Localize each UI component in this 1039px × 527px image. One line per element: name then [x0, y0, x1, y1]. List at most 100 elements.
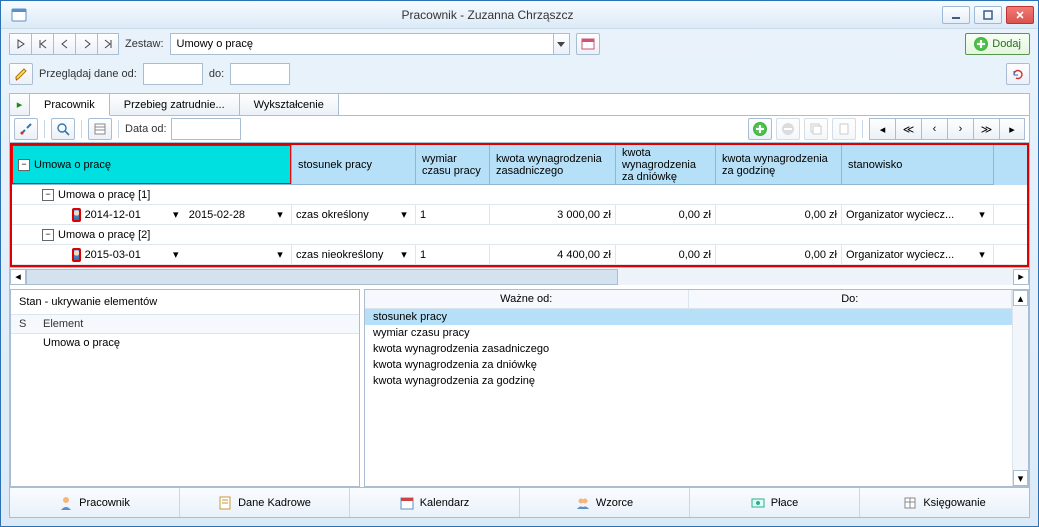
nav-ksiegowanie[interactable]: Księgowanie: [860, 488, 1029, 517]
scroll-thumb[interactable]: [26, 269, 618, 285]
nav-kalendarz[interactable]: Kalendarz: [350, 488, 520, 517]
list-item[interactable]: wymiar czasu pracy: [365, 325, 1012, 341]
col-stanowisko[interactable]: stanowisko: [842, 145, 994, 185]
browse-to-input[interactable]: [230, 63, 290, 85]
calendar-icon: [400, 496, 414, 510]
nav-dane-kadrowe[interactable]: Dane Kadrowe: [180, 488, 350, 517]
edit-icon-button[interactable]: [9, 63, 33, 85]
tab-wyksztalcenie[interactable]: Wykształcenie: [240, 94, 339, 115]
data-od-label: Data od:: [125, 123, 167, 135]
nav-last-button[interactable]: [97, 33, 119, 55]
tab-pracownik[interactable]: Pracownik: [30, 94, 110, 116]
scroll-left-icon[interactable]: ◂: [10, 269, 26, 285]
paste-button[interactable]: [832, 118, 856, 140]
list-item[interactable]: kwota wynagrodzenia zasadniczego: [365, 341, 1012, 357]
col-s[interactable]: S: [11, 315, 35, 334]
col-do[interactable]: Do:: [689, 290, 1013, 308]
person-icon: [72, 208, 81, 222]
chevron-down-icon[interactable]: ▾: [169, 208, 183, 221]
col-element[interactable]: Element: [35, 315, 359, 334]
nav-play-button[interactable]: [9, 33, 31, 55]
run-icon[interactable]: ▸: [10, 94, 30, 115]
plus-icon: [753, 122, 767, 136]
grid-back-button[interactable]: ‹: [921, 118, 947, 140]
person-icon: [72, 248, 81, 262]
browse-from-label: Przeglądaj dane od:: [39, 68, 137, 80]
document-icon: [218, 496, 232, 510]
col-wymiar[interactable]: wymiar czasu pracy: [416, 145, 490, 185]
col-umowa[interactable]: − Umowa o pracę: [12, 145, 292, 185]
horizontal-scrollbar[interactable]: ◂ ▸: [10, 267, 1029, 285]
refresh-button[interactable]: [1006, 63, 1030, 85]
left-panel: Stan - ukrywanie elementów S Element Umo…: [10, 289, 360, 487]
nav-pracownik[interactable]: Pracownik: [10, 488, 180, 517]
add-button-label: Dodaj: [992, 38, 1021, 50]
zestaw-label: Zestaw:: [125, 38, 164, 50]
grid-next-button[interactable]: ▸: [999, 118, 1025, 140]
form-view-button[interactable]: [88, 118, 112, 140]
chevron-down-icon[interactable]: ▾: [169, 248, 183, 261]
grid-row[interactable]: 2014-12-01▾ 2015-02-28▾ czas określony▾ …: [12, 205, 1027, 225]
list-item[interactable]: kwota wynagrodzenia za dniówkę: [365, 357, 1012, 373]
minimize-button[interactable]: [942, 6, 970, 24]
tools-button[interactable]: [14, 118, 38, 140]
app-window: Pracownik - Zuzanna Chrząszcz Zestaw: Um…: [0, 0, 1039, 527]
people-icon: [576, 496, 590, 510]
bottom-nav: Pracownik Dane Kadrowe Kalendarz Wzorce …: [10, 487, 1029, 517]
app-icon: [11, 7, 27, 23]
grid-group: − Umowa o pracę [2] 2015-03-01▾ ▾ czas n…: [12, 225, 1027, 265]
chevron-down-icon: [553, 34, 569, 54]
nav-next-button[interactable]: [75, 33, 97, 55]
grid-toolbar: Data od: ◂ ≪ ‹ › ≫ ▸: [10, 116, 1029, 143]
zestaw-config-button[interactable]: [576, 33, 600, 55]
nav-first-button[interactable]: [31, 33, 53, 55]
copy-button[interactable]: [804, 118, 828, 140]
add-button[interactable]: Dodaj: [965, 33, 1030, 55]
nav-prev-button[interactable]: [53, 33, 75, 55]
col-kwota-zas[interactable]: kwota wynagrodzenia zasadniczego: [490, 145, 616, 185]
window-title: Pracownik - Zuzanna Chrząszcz: [33, 8, 942, 22]
grid-group: − Umowa o pracę [1] 2014-12-01▾ 2015-02-…: [12, 185, 1027, 225]
chevron-down-icon[interactable]: ▾: [273, 208, 287, 221]
scroll-up-icon[interactable]: ▴: [1013, 290, 1028, 306]
inner-tabs: ▸ Pracownik Przebieg zatrudnie... Wykszt…: [10, 94, 1029, 116]
maximize-button[interactable]: [974, 6, 1002, 24]
tab-przebieg[interactable]: Przebieg zatrudnie...: [110, 94, 240, 115]
zestaw-dropdown[interactable]: Umowy o pracę: [170, 33, 570, 55]
grid-first-button[interactable]: ≪: [895, 118, 921, 140]
right-panel: Ważne od: Do: stosunek pracy wymiar czas…: [364, 289, 1029, 487]
chevron-down-icon[interactable]: ▾: [273, 248, 287, 261]
chevron-down-icon[interactable]: ▾: [397, 208, 411, 221]
browse-from-input[interactable]: [143, 63, 203, 85]
nav-place[interactable]: Płace: [690, 488, 860, 517]
close-button[interactable]: [1006, 6, 1034, 24]
list-item[interactable]: kwota wynagrodzenia za godzinę: [365, 373, 1012, 389]
collapse-icon[interactable]: −: [18, 159, 30, 171]
remove-row-button[interactable]: [776, 118, 800, 140]
add-row-button[interactable]: [748, 118, 772, 140]
chevron-down-icon[interactable]: ▾: [397, 248, 411, 261]
search-button[interactable]: [51, 118, 75, 140]
nav-wzorce[interactable]: Wzorce: [520, 488, 690, 517]
col-kwota-godz[interactable]: kwota wynagrodzenia za godzinę: [716, 145, 842, 185]
toolbar-main: Zestaw: Umowy o pracę Dodaj: [1, 29, 1038, 59]
col-wazne-od[interactable]: Ważne od:: [365, 290, 689, 308]
table-row[interactable]: Umowa o pracę: [11, 334, 359, 353]
grid-row[interactable]: 2015-03-01▾ ▾ czas nieokreślony▾ 1 4 400…: [12, 245, 1027, 265]
person-icon: [59, 496, 73, 510]
collapse-icon[interactable]: −: [42, 229, 54, 241]
data-od-input[interactable]: [171, 118, 241, 140]
list-item[interactable]: stosunek pracy: [365, 309, 1012, 325]
grid-fwd-button[interactable]: ›: [947, 118, 973, 140]
grid-body: − Umowa o pracę [1] 2014-12-01▾ 2015-02-…: [12, 185, 1027, 265]
col-stosunek[interactable]: stosunek pracy: [292, 145, 416, 185]
chevron-down-icon[interactable]: ▾: [975, 248, 989, 261]
vertical-scrollbar[interactable]: ▴ ▾: [1012, 290, 1028, 486]
scroll-right-icon[interactable]: ▸: [1013, 269, 1029, 285]
collapse-icon[interactable]: −: [42, 189, 54, 201]
scroll-down-icon[interactable]: ▾: [1013, 470, 1028, 486]
chevron-down-icon[interactable]: ▾: [975, 208, 989, 221]
col-kwota-dn[interactable]: kwota wynagrodzenia za dniówkę: [616, 145, 716, 185]
grid-prev-button[interactable]: ◂: [869, 118, 895, 140]
grid-last-button[interactable]: ≫: [973, 118, 999, 140]
